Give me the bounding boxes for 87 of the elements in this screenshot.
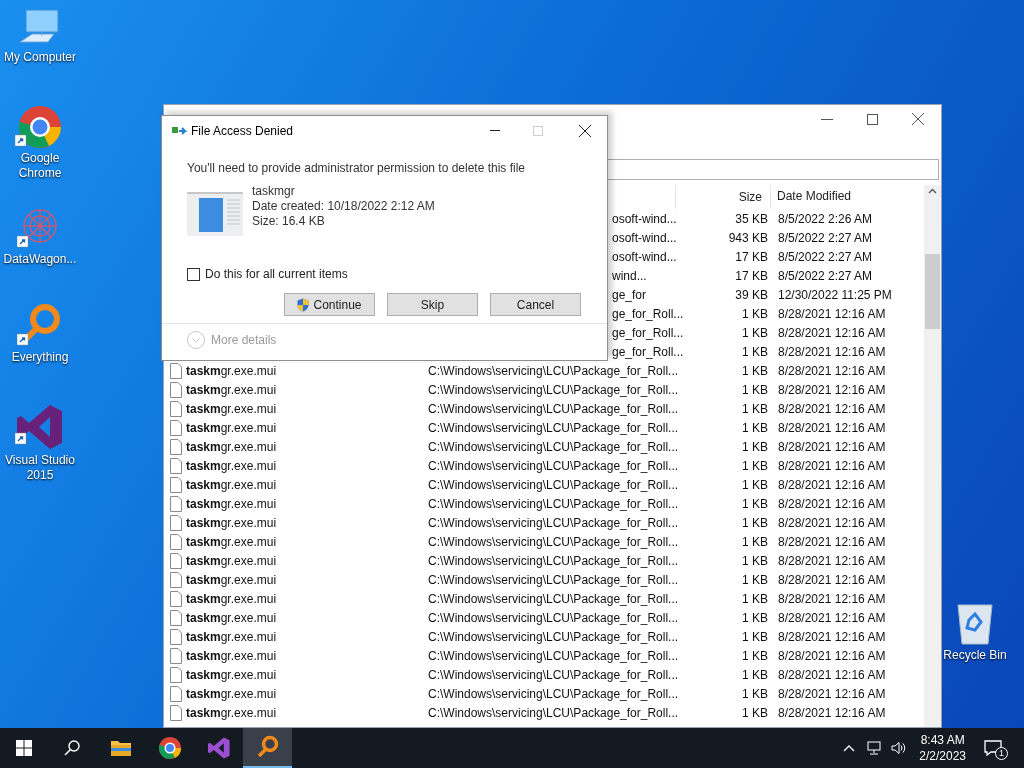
file-modified-date: 8/5/2022 2:27 AM xyxy=(778,230,873,245)
file-size: 1 KB xyxy=(742,667,768,682)
file-modified-date: 12/30/2022 11:25 PM xyxy=(778,287,892,302)
file-size: 1 KB xyxy=(742,629,768,644)
file-path: C:\Windows\servicing\LCU\Package_for_Roll... xyxy=(428,401,679,416)
file-path: C:\Windows\servicing\LCU\Package_for_Roll... xyxy=(428,553,679,568)
file-modified-date: 8/28/2021 12:16 AM xyxy=(778,344,886,359)
file-size: 1 KB xyxy=(742,705,768,720)
file-size: 17 KB xyxy=(735,268,768,283)
file-modified-date: 8/28/2021 12:16 AM xyxy=(778,382,886,397)
file-size: 1 KB xyxy=(742,648,768,663)
file-modified-date: 8/28/2021 12:16 AM xyxy=(778,515,886,530)
file-size: 1 KB xyxy=(742,325,768,340)
file-size: 1 KB xyxy=(742,686,768,701)
file-size: 1 KB xyxy=(742,458,768,473)
file-path: C:\Windows\servicing\LCU\Package_for_Roll... xyxy=(428,572,679,587)
file-path: ge_for_Roll... xyxy=(612,306,684,321)
file-date-created: Date created: 10/18/2022 2:12 AM xyxy=(252,199,435,214)
file-modified-date: 8/28/2021 12:16 AM xyxy=(778,572,886,587)
file-size: 35 KB xyxy=(735,211,768,226)
file-size: Size: 16.4 KB xyxy=(252,214,326,229)
file-path: C:\Windows\servicing\LCU\Package_for_Roll... xyxy=(428,382,679,397)
file-path: C:\Windows\servicing\LCU\Package_for_Roll... xyxy=(428,496,679,511)
notification-count: 1 xyxy=(995,747,1008,760)
file-path: C:\Windows\servicing\LCU\Package_for_Roll... xyxy=(428,610,679,625)
file-modified-date: 8/28/2021 12:16 AM xyxy=(778,629,886,644)
file-path: C:\Windows\servicing\LCU\Package_for_Roll... xyxy=(428,667,679,682)
file-path: C:\Windows\servicing\LCU\Package_for_Roll... xyxy=(428,458,679,473)
file-name: taskmgr xyxy=(252,184,296,199)
file-path: ge_for_Roll... xyxy=(612,325,684,340)
file-modified-date: 8/28/2021 12:16 AM xyxy=(778,306,886,321)
file-path: C:\Windows\servicing\LCU\Package_for_Roll... xyxy=(428,363,679,378)
file-path: C:\Windows\servicing\LCU\Package_for_Roll... xyxy=(428,515,679,530)
file-path: ge_for_Roll... xyxy=(612,344,684,359)
file-path: ge_for xyxy=(612,287,647,302)
file-modified-date: 8/5/2022 2:27 AM xyxy=(778,268,873,283)
file-modified-date: 8/28/2021 12:16 AM xyxy=(778,553,886,568)
dialog-title: File Access Denied xyxy=(191,123,294,140)
file-path: C:\Windows\servicing\LCU\Package_for_Roll... xyxy=(428,686,679,701)
file-modified-date: 8/28/2021 12:16 AM xyxy=(778,534,886,549)
file-size: 1 KB xyxy=(742,534,768,549)
file-modified-date: 8/28/2021 12:16 AM xyxy=(778,610,886,625)
file-size: 1 KB xyxy=(742,439,768,454)
file-size: 1 KB xyxy=(742,363,768,378)
file-modified-date: 8/28/2021 12:16 AM xyxy=(778,496,886,511)
file-path: C:\Windows\servicing\LCU\Package_for_Roll... xyxy=(428,705,679,720)
file-size: 1 KB xyxy=(742,591,768,606)
file-modified-date: 8/28/2021 12:16 AM xyxy=(778,325,886,340)
file-size: 1 KB xyxy=(742,515,768,530)
file-modified-date: 8/28/2021 12:16 AM xyxy=(778,439,886,454)
file-size: 39 KB xyxy=(735,287,768,302)
file-modified-date: 8/28/2021 12:16 AM xyxy=(778,458,886,473)
file-path: C:\Windows\servicing\LCU\Package_for_Roll... xyxy=(428,648,679,663)
file-path: wind... xyxy=(612,268,647,283)
file-size: 1 KB xyxy=(742,420,768,435)
file-modified-date: 8/28/2021 12:16 AM xyxy=(778,591,886,606)
file-path: C:\Windows\servicing\LCU\Package_for_Roll... xyxy=(428,439,679,454)
file-size: 943 KB xyxy=(728,230,768,245)
file-modified-date: 8/28/2021 12:16 AM xyxy=(778,667,886,682)
file-modified-date: 8/28/2021 12:16 AM xyxy=(778,648,886,663)
file-path: C:\Windows\servicing\LCU\Package_for_Roll... xyxy=(428,591,679,606)
file-path: osoft-wind... xyxy=(612,249,677,264)
file-path: C:\Windows\servicing\LCU\Package_for_Roll... xyxy=(428,629,679,644)
file-modified-date: 8/28/2021 12:16 AM xyxy=(778,705,886,720)
file-size: 1 KB xyxy=(742,344,768,359)
file-size: 1 KB xyxy=(742,553,768,568)
file-size: 1 KB xyxy=(742,306,768,321)
file-path: osoft-wind... xyxy=(612,211,677,226)
file-size: 1 KB xyxy=(742,496,768,511)
file-path: osoft-wind... xyxy=(612,230,677,245)
file-size: 1 KB xyxy=(742,382,768,397)
file-modified-date: 8/5/2022 2:26 AM xyxy=(778,211,873,226)
file-size: 1 KB xyxy=(742,401,768,416)
file-modified-date: 8/28/2021 12:16 AM xyxy=(778,686,886,701)
file-path: C:\Windows\servicing\LCU\Package_for_Roll... xyxy=(428,534,679,549)
permission-message: You'll need to provide administrator permission to delete this file xyxy=(187,160,527,177)
file-path: C:\Windows\servicing\LCU\Package_for_Roll... xyxy=(428,477,679,492)
file-size: 1 KB xyxy=(742,477,768,492)
file-size: 17 KB xyxy=(735,249,768,264)
file-path: C:\Windows\servicing\LCU\Package_for_Roll... xyxy=(428,420,679,435)
file-modified-date: 8/28/2021 12:16 AM xyxy=(778,401,886,416)
file-modified-date: 8/28/2021 12:16 AM xyxy=(778,420,886,435)
file-size: 1 KB xyxy=(742,572,768,587)
file-modified-date: 8/28/2021 12:16 AM xyxy=(778,477,886,492)
file-modified-date: 8/5/2022 2:27 AM xyxy=(778,249,873,264)
file-size: 1 KB xyxy=(742,610,768,625)
file-modified-date: 8/28/2021 12:16 AM xyxy=(778,363,886,378)
